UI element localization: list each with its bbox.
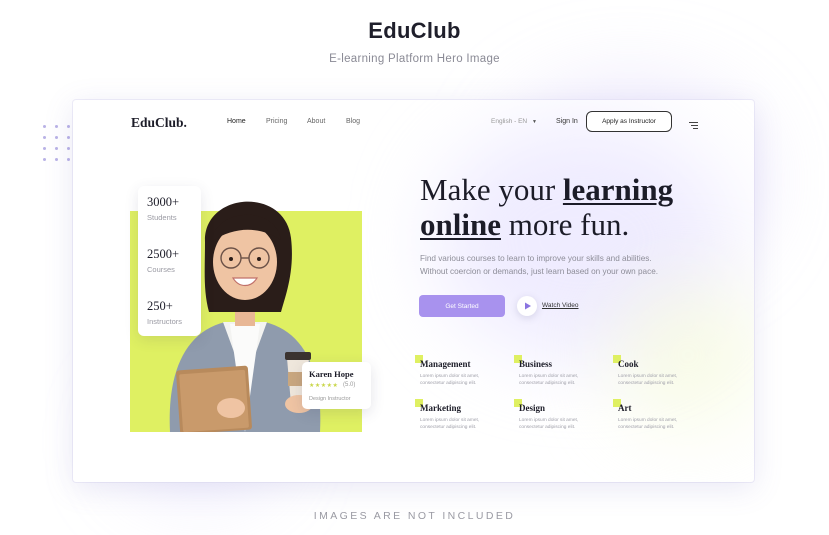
star-rating-icon: ★★★★★ xyxy=(309,383,339,389)
category-description: Lorem ipsum dolor sit amet, consectetur … xyxy=(420,417,498,431)
category-title: Design xyxy=(519,403,546,413)
category-description-line: consectetur adipiscing elit. xyxy=(618,381,675,386)
nav-home[interactable]: Home xyxy=(227,118,246,125)
stat-instructors-label: Instructors xyxy=(147,317,183,326)
apply-as-instructor-button[interactable]: Apply as Instructor xyxy=(586,111,672,132)
category-description-line: consectetur adipiscing elit. xyxy=(420,425,477,430)
category-description: Lorem ipsum dolor sit amet, consectetur … xyxy=(420,373,498,387)
category-design[interactable]: Design Lorem ipsum dolor sit amet, conse… xyxy=(514,399,599,443)
category-management[interactable]: Management Lorem ipsum dolor sit amet, c… xyxy=(415,355,500,399)
language-label: English - EN xyxy=(491,118,528,125)
hero-description-line: Without coercion or demands, just learn … xyxy=(420,267,659,276)
category-business[interactable]: Business Lorem ipsum dolor sit amet, con… xyxy=(514,355,599,399)
category-description-line: consectetur adipiscing elit. xyxy=(519,381,576,386)
category-description-line: Lorem ipsum dolor sit amet, xyxy=(618,418,678,423)
language-selector[interactable]: English - EN ▼ xyxy=(491,118,537,125)
category-description: Lorem ipsum dolor sit amet, consectetur … xyxy=(618,417,696,431)
instructor-role: Design Instructor xyxy=(309,396,351,402)
site-logo[interactable]: EduClub. xyxy=(131,115,187,131)
nav-about[interactable]: About xyxy=(307,118,325,125)
category-title: Business xyxy=(519,359,553,369)
poster-subtitle: E-learning Platform Hero Image xyxy=(329,53,500,65)
headline-emphasis-online: online xyxy=(420,207,501,242)
category-description: Lorem ipsum dolor sit amet, consectetur … xyxy=(519,417,597,431)
category-description-line: Lorem ipsum dolor sit amet, xyxy=(519,418,579,423)
instructor-rating: (5.0) xyxy=(343,382,356,388)
headline-text: Make your xyxy=(420,172,563,207)
stat-courses-label: Courses xyxy=(147,265,175,274)
stat-courses-value: 2500+ xyxy=(147,247,180,261)
category-description-line: Lorem ipsum dolor sit amet, xyxy=(420,374,480,379)
category-description-line: Lorem ipsum dolor sit amet, xyxy=(519,374,579,379)
category-description: Lorem ipsum dolor sit amet, consectetur … xyxy=(618,373,696,387)
get-started-button[interactable]: Get Started xyxy=(419,295,505,317)
nav-pricing[interactable]: Pricing xyxy=(266,118,287,125)
category-title: Art xyxy=(618,403,632,413)
hero-description-line: Find various courses to learn to improve… xyxy=(420,254,652,263)
category-description: Lorem ipsum dolor sit amet, consectetur … xyxy=(519,373,597,387)
category-title: Cook xyxy=(618,359,639,369)
hero-description: Find various courses to learn to improve… xyxy=(420,252,720,278)
category-marketing[interactable]: Marketing Lorem ipsum dolor sit amet, co… xyxy=(415,399,500,443)
stats-card: 3000+ Students 2500+ Courses 250+ Instru… xyxy=(138,186,201,336)
hero-headline-line1: Make your learning xyxy=(420,172,673,207)
category-description-line: Lorem ipsum dolor sit amet, xyxy=(618,374,678,379)
nav-blog[interactable]: Blog xyxy=(346,118,360,125)
watch-video-link[interactable]: Watch Video xyxy=(542,302,579,309)
decorative-dot-grid xyxy=(43,125,75,161)
instructor-card[interactable]: Karen Hope ★★★★★ (5.0) Design Instructor xyxy=(302,362,371,409)
headline-emphasis-learning: learning xyxy=(562,172,674,207)
poster-footer: IMAGES ARE NOT INCLUDED xyxy=(313,510,516,522)
get-started-label: Get Started xyxy=(445,302,479,310)
category-description-line: Lorem ipsum dolor sit amet, xyxy=(420,418,480,423)
website-mockup: EduClub. Home Pricing About Blog English… xyxy=(73,100,754,482)
instructor-name: Karen Hope xyxy=(309,369,354,379)
chevron-down-icon: ▼ xyxy=(531,119,537,125)
play-icon[interactable] xyxy=(517,296,537,316)
category-art[interactable]: Art Lorem ipsum dolor sit amet, consecte… xyxy=(613,399,698,443)
category-description-line: consectetur adipiscing elit. xyxy=(519,425,576,430)
stat-instructors-value: 250+ xyxy=(147,299,173,313)
category-cook[interactable]: Cook Lorem ipsum dolor sit amet, consect… xyxy=(613,355,698,399)
poster-title: EduClub xyxy=(368,18,461,43)
category-description-line: consectetur adipiscing elit. xyxy=(618,425,675,430)
category-title: Management xyxy=(420,359,471,369)
menu-icon[interactable] xyxy=(689,117,698,129)
sign-in-link[interactable]: Sign In xyxy=(556,118,578,125)
apply-button-label: Apply as Instructor xyxy=(602,118,656,125)
category-title: Marketing xyxy=(420,403,461,413)
stat-students-value: 3000+ xyxy=(147,195,180,209)
headline-text: more fun. xyxy=(500,207,630,242)
hero-headline-line2: online more fun. xyxy=(420,207,629,242)
category-description-line: consectetur adipiscing elit. xyxy=(420,381,477,386)
stat-students-label: Students xyxy=(147,213,177,222)
